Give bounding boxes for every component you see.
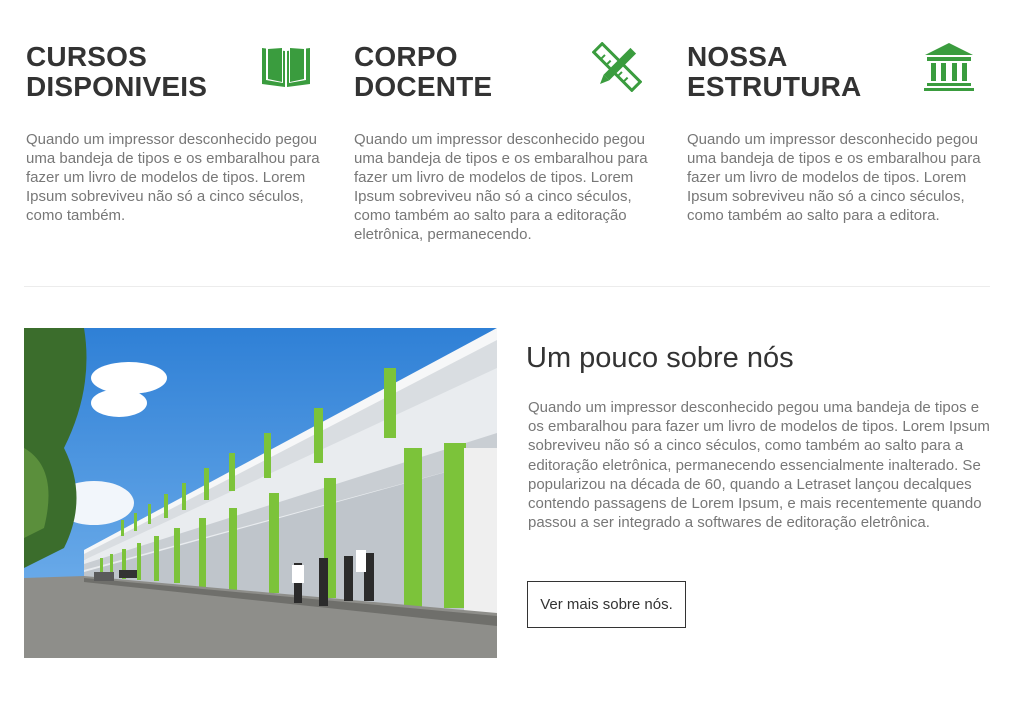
institution-icon bbox=[923, 42, 975, 97]
feature-nossa-estrutura: NOSSA ESTRUTURA Quando um impressor desc… bbox=[687, 42, 997, 225]
section-divider bbox=[24, 286, 990, 287]
pencil-ruler-icon bbox=[591, 41, 643, 97]
feature-description: Quando um impressor desconhecido pegou u… bbox=[354, 131, 648, 243]
school-building-photo bbox=[24, 328, 497, 658]
about-description: Quando um impressor desconhecido pegou u… bbox=[528, 399, 990, 532]
open-book-icon bbox=[258, 42, 314, 95]
about-more-button[interactable]: Ver mais sobre nós. bbox=[527, 581, 686, 628]
feature-description: Quando um impressor desconhecido pegou u… bbox=[687, 131, 981, 224]
about-title: Um pouco sobre nós bbox=[526, 342, 794, 374]
feature-corpo-docente: CORPO DOCENTE Quando um impressor descon… bbox=[354, 42, 664, 244]
feature-cursos: CURSOS DISPONIVEIS Quando um impressor d… bbox=[26, 42, 336, 225]
feature-description: Quando um impressor desconhecido pegou u… bbox=[26, 131, 320, 224]
